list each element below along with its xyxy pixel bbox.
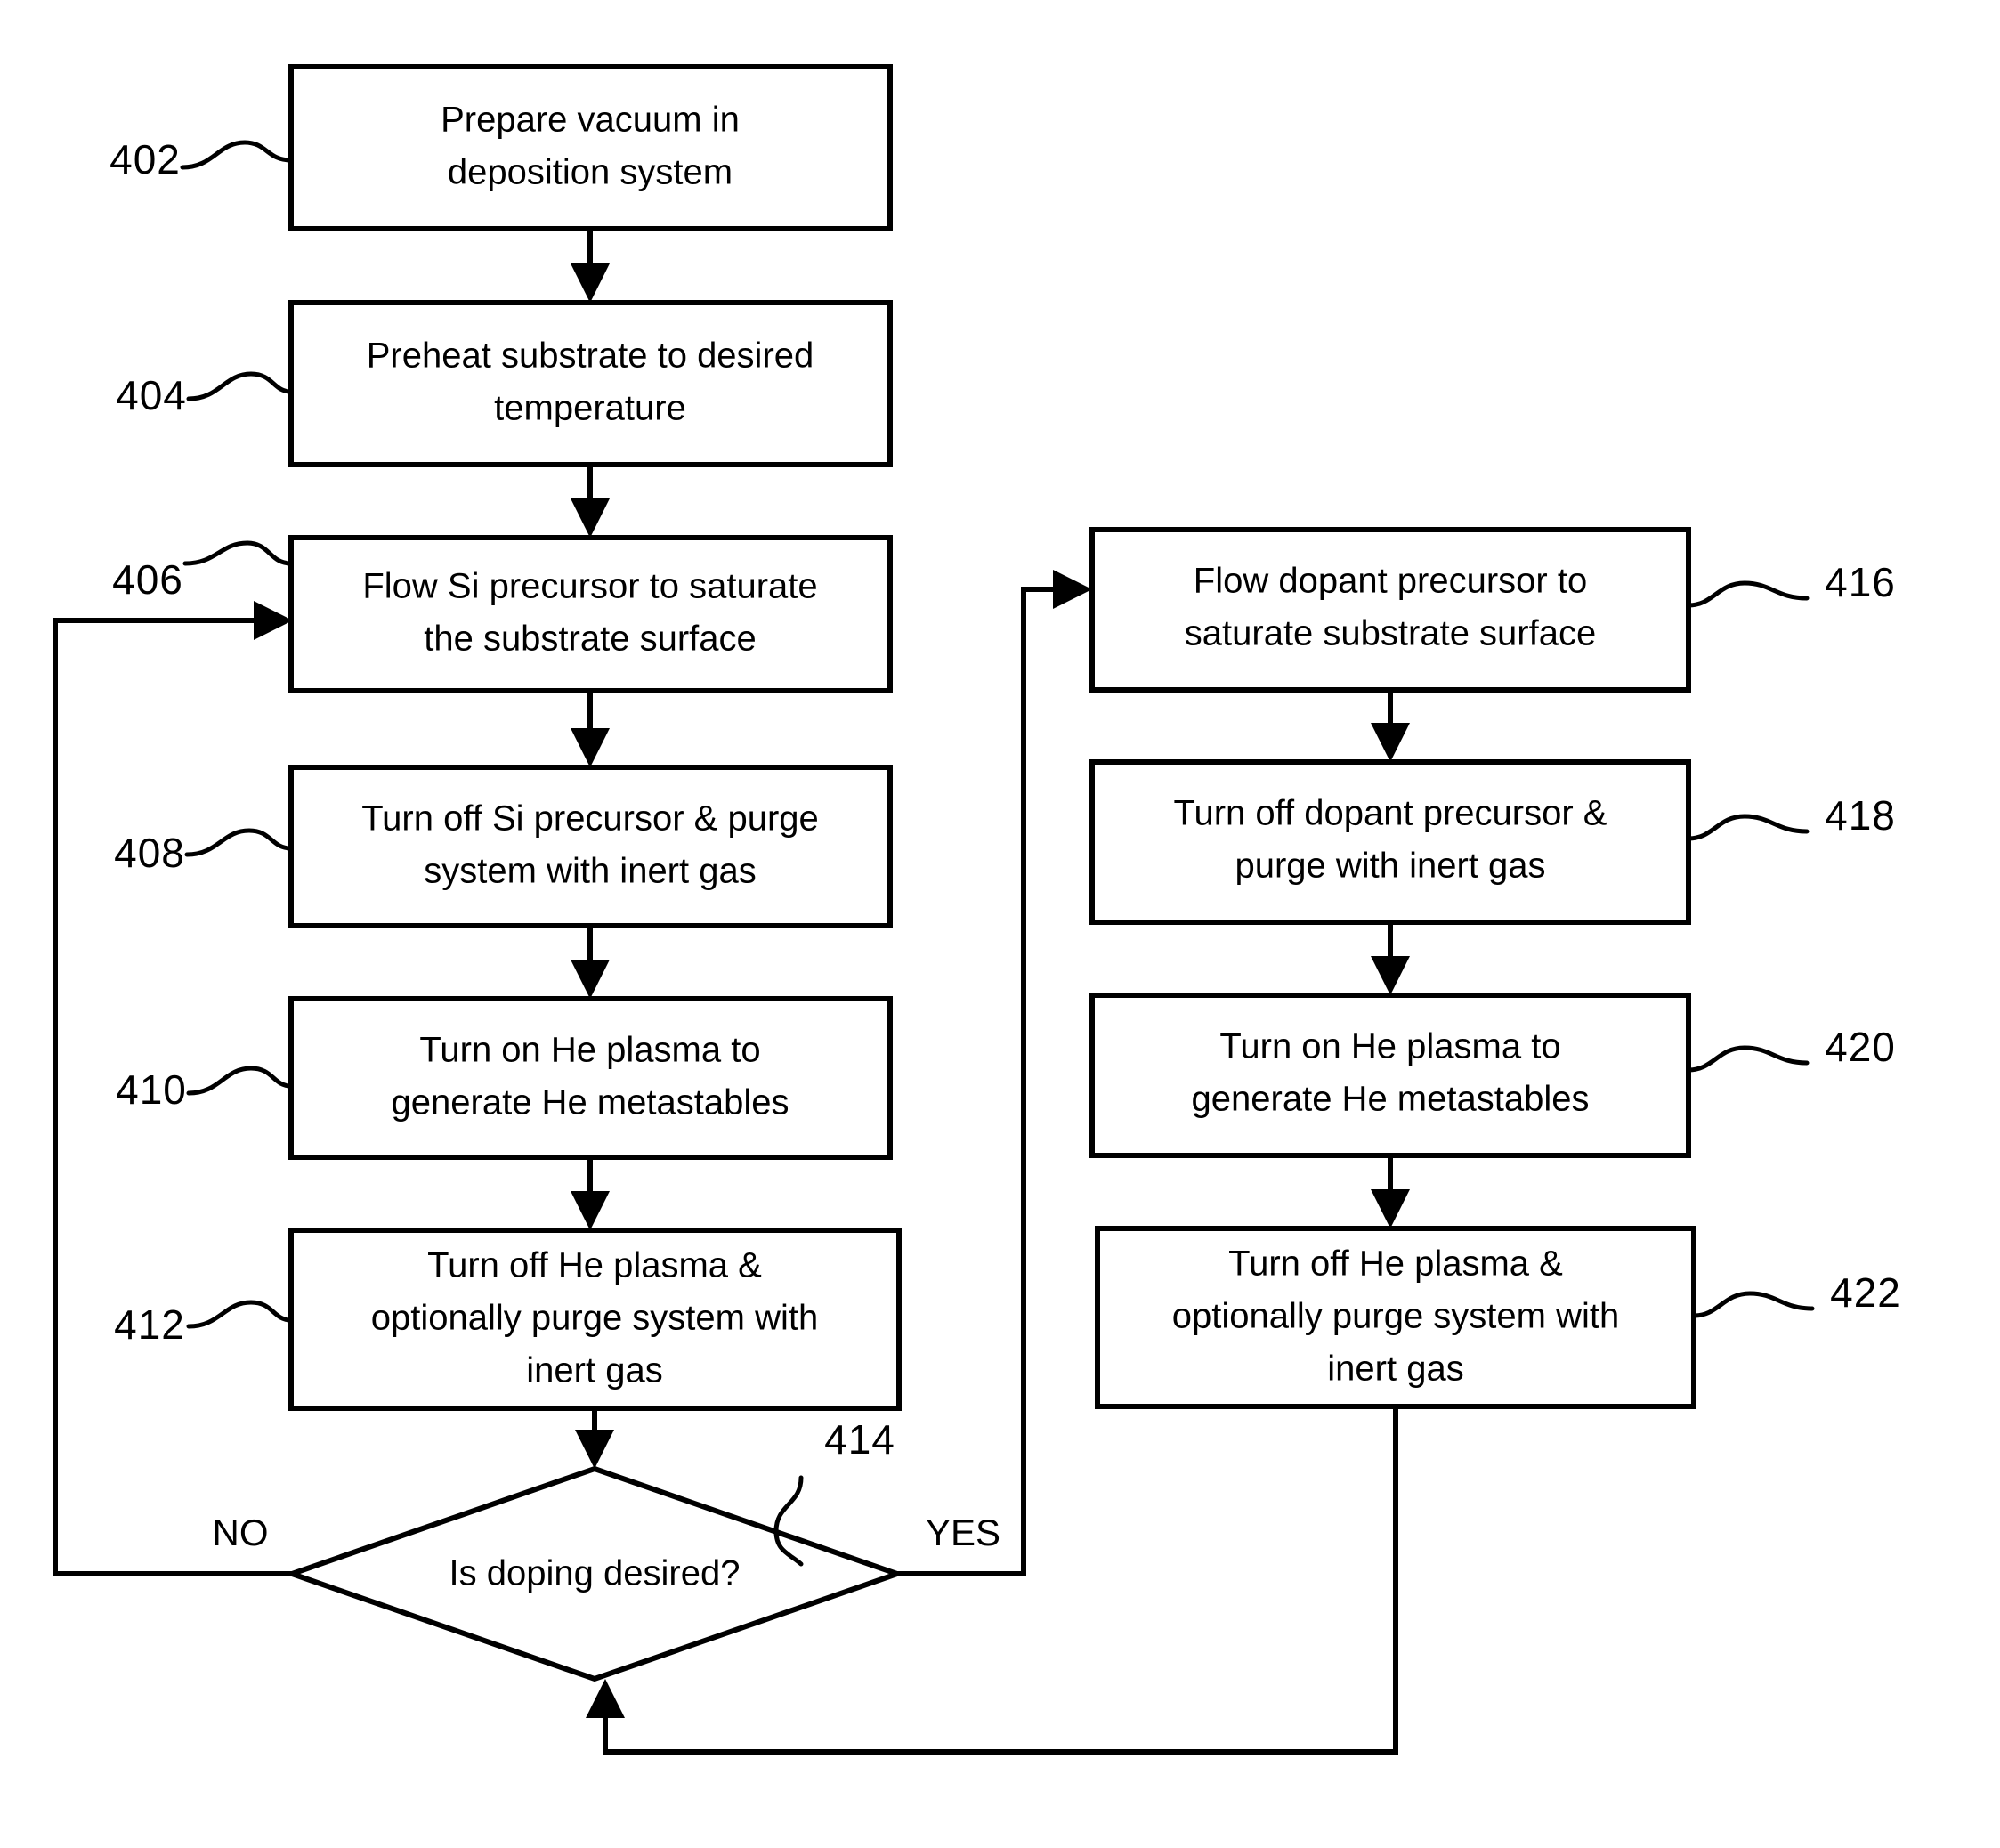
- ref-number-422: 422: [1830, 1269, 1901, 1316]
- arrow-410-to-412: [571, 1157, 610, 1230]
- leader-line-406: [182, 540, 294, 566]
- process-box-406[interactable]: Flow Si precursor to saturate the substr…: [288, 535, 893, 693]
- box-410-rect: [288, 996, 893, 1160]
- process-box-420[interactable]: Turn on He plasma to generate He metasta…: [1089, 993, 1691, 1158]
- box-418-line-2: purge with inert gas: [1235, 847, 1545, 886]
- leader-line-404: [186, 371, 294, 401]
- ref-number-416: 416: [1825, 559, 1896, 605]
- box-412-line-3: inert gas: [526, 1351, 662, 1390]
- branch-label-no: NO: [213, 1512, 269, 1553]
- leader-line-402: [180, 140, 294, 170]
- leader-line-412: [186, 1300, 294, 1329]
- box-410-line-1: Turn on He plasma to: [419, 1031, 760, 1070]
- box-410-line-2: generate He metastables: [392, 1083, 789, 1123]
- box-404-rect: [288, 300, 893, 467]
- box-416-line-1: Flow dopant precursor to: [1194, 562, 1587, 601]
- decision-node-414[interactable]: Is doping desired?: [283, 1465, 906, 1682]
- ref-number-410: 410: [116, 1066, 187, 1113]
- process-box-416[interactable]: Flow dopant precursor to saturate substr…: [1089, 527, 1691, 693]
- box-402-line-1: Prepare vacuum in: [441, 101, 740, 140]
- flowchart-diagram: Prepare vacuum in deposition system 402 …: [53, 64, 1901, 1755]
- process-box-418[interactable]: Turn off dopant precursor & purge with i…: [1089, 759, 1691, 925]
- box-422-line-2: optionally purge system with: [1172, 1297, 1619, 1336]
- branch-label-yes: YES: [926, 1512, 1000, 1553]
- box-408-line-1: Turn off Si precursor & purge: [361, 799, 819, 839]
- ref-number-406: 406: [112, 556, 183, 603]
- leader-line-416: [1686, 580, 1810, 608]
- arrow-404-to-406: [571, 465, 610, 538]
- box-422-line-3: inert gas: [1327, 1350, 1463, 1389]
- process-box-408[interactable]: Turn off Si precursor & purge system wit…: [288, 765, 893, 928]
- process-box-404[interactable]: Preheat substrate to desired temperature: [288, 300, 893, 467]
- leader-line-420: [1686, 1045, 1810, 1073]
- box-408-line-2: system with inert gas: [424, 852, 756, 891]
- box-416-line-2: saturate substrate surface: [1185, 614, 1596, 653]
- arrow-402-to-404: [571, 229, 610, 303]
- arrow-418-to-420: [1371, 922, 1410, 995]
- box-412-line-2: optionally purge system with: [371, 1299, 818, 1338]
- leader-line-408: [184, 828, 294, 857]
- arrow-416-to-418: [1371, 690, 1410, 762]
- arrow-420-to-422: [1371, 1155, 1410, 1228]
- ref-number-414: 414: [824, 1416, 895, 1463]
- ref-number-402: 402: [109, 136, 181, 182]
- leader-line-410: [186, 1066, 294, 1096]
- box-422-line-1: Turn off He plasma &: [1228, 1244, 1563, 1284]
- box-404-line-1: Preheat substrate to desired: [367, 336, 814, 376]
- process-box-402[interactable]: Prepare vacuum in deposition system: [288, 64, 893, 231]
- decision-414-label: Is doping desired?: [449, 1554, 741, 1593]
- ref-number-420: 420: [1825, 1024, 1896, 1070]
- ref-number-418: 418: [1825, 792, 1896, 839]
- flow-path-yes-loop: [897, 570, 1092, 1576]
- ref-number-412: 412: [114, 1301, 185, 1348]
- arrow-408-to-410: [571, 926, 610, 999]
- box-406-line-2: the substrate surface: [424, 620, 757, 659]
- arrow-412-to-414: [575, 1408, 614, 1469]
- box-402-rect: [288, 64, 893, 231]
- arrow-406-to-408: [571, 691, 610, 767]
- box-406-rect: [288, 535, 893, 693]
- process-box-422[interactable]: Turn off He plasma & optionally purge sy…: [1095, 1226, 1696, 1409]
- box-412-line-1: Turn off He plasma &: [427, 1246, 762, 1285]
- box-402-line-2: deposition system: [448, 153, 733, 192]
- process-box-410[interactable]: Turn on He plasma to generate He metasta…: [288, 996, 893, 1160]
- leader-line-422: [1691, 1291, 1815, 1318]
- box-404-line-2: temperature: [494, 389, 686, 428]
- leader-line-418: [1686, 814, 1810, 841]
- figure-canvas: Prepare vacuum in deposition system 402 …: [0, 0, 2000, 1848]
- process-box-412[interactable]: Turn off He plasma & optionally purge sy…: [288, 1228, 902, 1411]
- ref-number-408: 408: [114, 830, 185, 876]
- box-416-rect: [1089, 527, 1691, 693]
- box-418-line-1: Turn off dopant precursor &: [1174, 794, 1607, 833]
- box-420-rect: [1089, 993, 1691, 1158]
- box-418-rect: [1089, 759, 1691, 925]
- box-406-line-1: Flow Si precursor to saturate: [362, 567, 817, 606]
- box-420-line-1: Turn on He plasma to: [1219, 1027, 1560, 1066]
- ref-number-404: 404: [116, 372, 187, 418]
- box-420-line-2: generate He metastables: [1192, 1080, 1590, 1119]
- box-408-rect: [288, 765, 893, 928]
